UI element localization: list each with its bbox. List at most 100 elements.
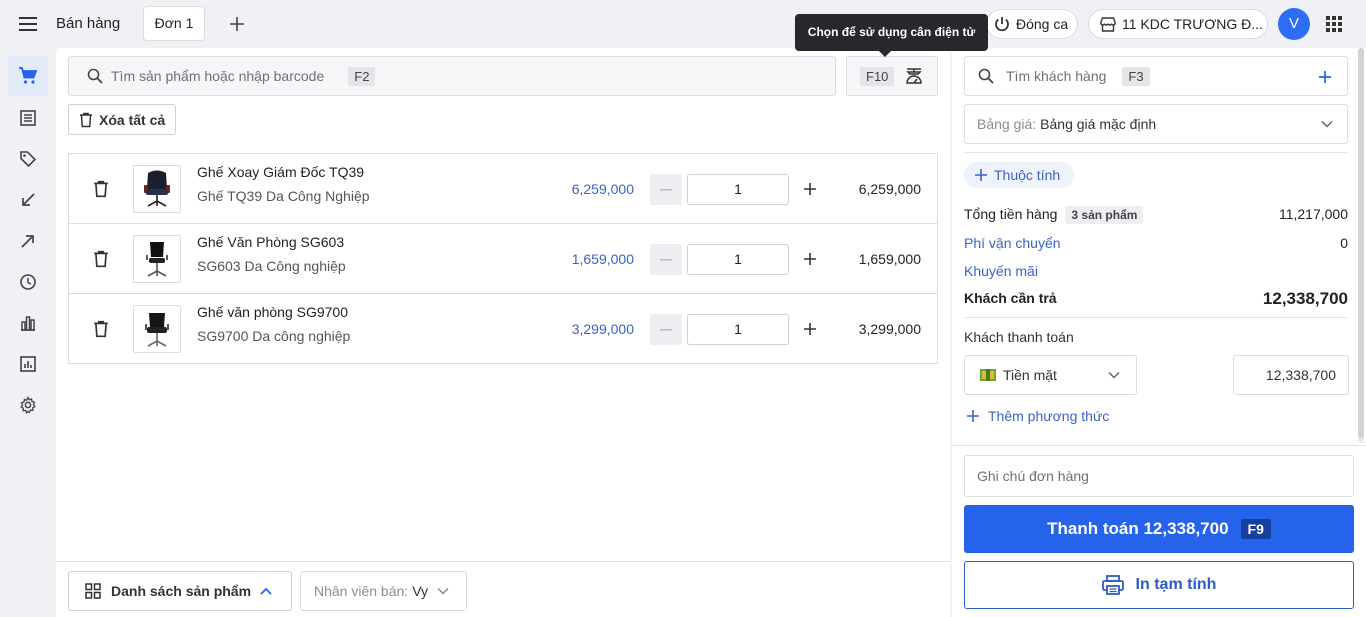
checkout-shortcut-badge: F9 (1240, 519, 1271, 539)
table-row: Ghế Xoay Giám Đốc TQ39 Ghế TQ39 Da Công … (69, 154, 937, 224)
item-total: 6,259,000 (858, 181, 921, 197)
sidebar-item-products[interactable] (8, 139, 48, 179)
close-shift-label: Đóng ca (1016, 16, 1069, 32)
scale-shortcut-badge: F10 (860, 66, 895, 86)
increase-qty-icon[interactable] (802, 181, 818, 197)
sidebar-item-history[interactable] (8, 262, 48, 302)
sidebar-item-statistics[interactable] (8, 303, 48, 343)
search-icon (87, 68, 103, 84)
staff-label: Nhân viên bán: (314, 583, 409, 599)
close-shift-button[interactable]: Đóng ca (986, 9, 1078, 39)
store-label: 11 KDC TRƯƠNG Đ... (1122, 16, 1263, 32)
increase-qty-icon[interactable] (802, 251, 818, 267)
pricebook-label: Bảng giá: (977, 116, 1037, 132)
sidebar-item-sales[interactable] (8, 56, 48, 96)
cash-icon (979, 367, 997, 383)
quantity-input[interactable]: 1 (687, 314, 789, 345)
order-note-input[interactable]: Ghi chú đơn hàng (964, 455, 1354, 497)
sidebar-item-import[interactable] (8, 180, 48, 220)
increase-qty-icon[interactable] (802, 321, 818, 337)
payment-method-selector[interactable]: Tiền mặt (964, 355, 1137, 395)
order-footer: Danh sách sản phẩm Nhân viên bán: Vy (56, 561, 950, 617)
sidebar-item-settings[interactable] (8, 385, 48, 425)
report-icon (19, 355, 37, 373)
pricebook-value: Bảng giá mặc định (1040, 116, 1157, 132)
item-name: Ghế Xoay Giám Đốc TQ39 (197, 164, 365, 180)
sidebar (0, 48, 56, 617)
divider (964, 152, 1348, 153)
quantity-input[interactable]: 1 (687, 244, 789, 275)
staff-selector[interactable]: Nhân viên bán: Vy (300, 571, 467, 611)
item-price[interactable]: 6,259,000 (572, 181, 634, 197)
chevron-up-icon (260, 587, 272, 595)
decrease-qty-button[interactable] (650, 314, 682, 345)
executive-chair-image (138, 169, 176, 209)
item-count-badge: 3 sản phẩm (1065, 206, 1144, 224)
decrease-qty-button[interactable] (650, 174, 682, 205)
promo-line: Khuyến mãi (964, 261, 1348, 283)
shipping-link[interactable]: Phí vận chuyển (964, 235, 1061, 251)
amount-due-value: 12,338,700 (1262, 289, 1348, 308)
pricebook-selector[interactable]: Bảng giá: Bảng giá mặc định (964, 104, 1348, 144)
scrollbar-thumb[interactable] (1358, 48, 1364, 438)
checkout-button[interactable]: Thanh toán 12,338,700 F9 (964, 505, 1354, 553)
product-list-label: Danh sách sản phẩm (111, 583, 252, 599)
divider (952, 445, 1366, 446)
payment-label: Khách thanh toán (964, 329, 1074, 345)
item-sku: SG9700 Da công nghiệp (197, 328, 351, 344)
avatar[interactable]: V (1278, 8, 1310, 40)
amount-due-label: Khách cần trả (964, 290, 1057, 306)
add-payment-method-button[interactable]: Thêm phương thức (966, 408, 1109, 424)
clear-all-label: Xóa tất cả (99, 111, 166, 128)
clear-all-button[interactable]: Xóa tất cả (68, 104, 176, 135)
scale-button[interactable]: F10 (846, 56, 938, 96)
arrow-up-right-icon (19, 232, 37, 250)
gear-icon (19, 396, 37, 414)
delete-item-icon[interactable] (93, 250, 109, 268)
scale-icon (894, 66, 924, 86)
printer-icon (1101, 575, 1136, 595)
product-list-button[interactable]: Danh sách sản phẩm (68, 571, 292, 611)
list-icon (19, 109, 37, 127)
payment-amount-input[interactable]: 12,338,700 (1233, 355, 1349, 395)
shipping-line: Phí vận chuyển 0 (964, 233, 1348, 255)
office-chair-image (138, 309, 176, 349)
attribute-button[interactable]: Thuộc tính (964, 162, 1074, 188)
clock-icon (19, 273, 37, 291)
delete-item-icon[interactable] (93, 180, 109, 198)
sidebar-item-orders[interactable] (8, 98, 48, 138)
promotion-link[interactable]: Khuyến mãi (964, 263, 1038, 279)
store-selector[interactable]: 11 KDC TRƯƠNG Đ... (1088, 9, 1268, 39)
panel-scrollbar[interactable] (1358, 48, 1364, 443)
item-price[interactable]: 1,659,000 (572, 251, 634, 267)
customer-shortcut-badge: F3 (1122, 66, 1150, 86)
order-items-table: Ghế Xoay Giám Đốc TQ39 Ghế TQ39 Da Công … (68, 153, 938, 364)
staff-value: Vy (412, 583, 429, 599)
sidebar-item-export[interactable] (8, 221, 48, 261)
quantity-input[interactable]: 1 (687, 174, 789, 205)
add-method-label: Thêm phương thức (988, 408, 1110, 424)
add-customer-icon[interactable] (1317, 69, 1333, 85)
customer-search-input[interactable]: Tìm khách hàng F3 (964, 56, 1348, 96)
sidebar-item-reports[interactable] (8, 344, 48, 384)
tab-order-1[interactable]: Đơn 1 (143, 6, 205, 41)
checkout-label: Thanh toán 12,338,700 (1047, 519, 1229, 538)
app-title: Bán hàng (56, 15, 121, 32)
item-price[interactable]: 3,299,000 (572, 321, 634, 337)
apps-grid-icon[interactable] (1325, 15, 1343, 33)
print-preview-label: In tạm tính (1135, 576, 1217, 593)
plus-icon (966, 409, 988, 423)
payment-method-value: Tiền mặt (1003, 367, 1057, 383)
product-search-input[interactable]: Tìm sản phẩm hoặc nhập barcode F2 (68, 56, 836, 96)
scale-tooltip: Chọn để sử dụng cân điện tử (795, 14, 988, 57)
divider (964, 317, 1348, 318)
menu-icon[interactable] (16, 14, 40, 34)
item-sku: SG603 Da Công nghiệp (197, 258, 346, 274)
trash-icon (69, 112, 99, 128)
delete-item-icon[interactable] (93, 320, 109, 338)
print-preview-button[interactable]: In tạm tính (964, 561, 1354, 609)
decrease-qty-button[interactable] (650, 244, 682, 275)
product-thumbnail (133, 305, 181, 353)
search-shortcut-badge: F2 (348, 66, 376, 86)
add-tab-icon[interactable] (226, 13, 248, 35)
